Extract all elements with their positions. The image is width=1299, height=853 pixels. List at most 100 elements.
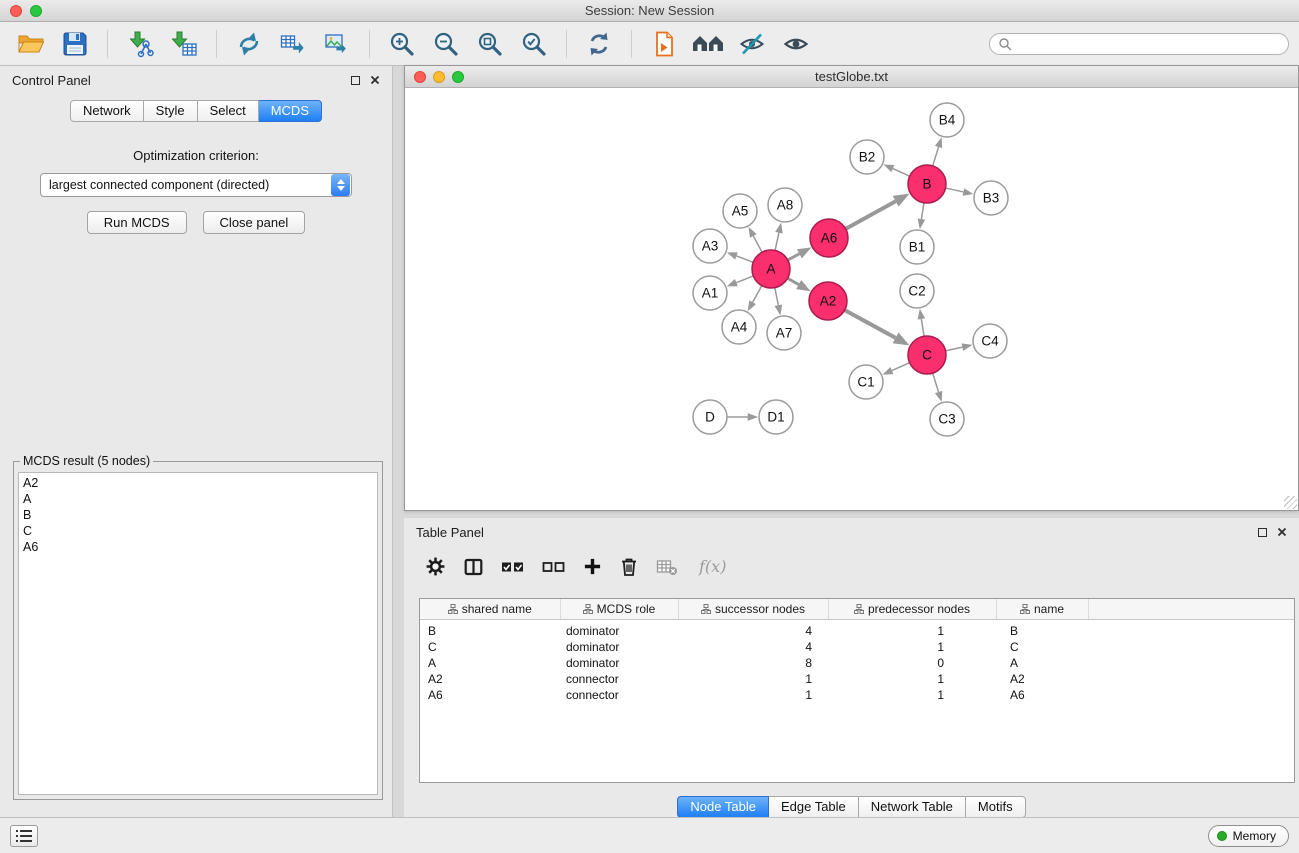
result-item[interactable]: A6 [23,539,373,555]
graph-edge-B-B4[interactable] [933,147,939,166]
graph-edge-A-A4[interactable] [753,286,762,303]
zoom-fit-icon[interactable] [471,26,509,62]
column-header-name[interactable]: name [996,599,1088,619]
save-session-icon[interactable] [56,26,94,62]
graph-edge-A-A2[interactable] [788,278,799,284]
delete-row-icon[interactable] [619,556,639,577]
graph-node-A3[interactable]: A3 [693,229,727,263]
graph-node-D1[interactable]: D1 [759,400,793,434]
tab-motifs[interactable]: Motifs [966,796,1026,818]
export-network-icon[interactable] [230,26,268,62]
graph-node-C1[interactable]: C1 [849,365,883,399]
table-row[interactable]: Bdominator41B [420,619,1294,639]
import-network-icon[interactable] [121,26,159,62]
close-table-panel-icon[interactable] [1277,527,1287,537]
column-header-mcds-role[interactable]: MCDS role [560,599,678,619]
result-item[interactable]: A2 [23,475,373,491]
graph-node-B2[interactable]: B2 [850,140,884,174]
resize-grip[interactable] [1284,496,1297,509]
graph-edge-A-A1[interactable] [736,276,753,283]
zoom-selected-icon[interactable] [515,26,553,62]
function-builder-button[interactable]: f(x) [699,557,726,576]
export-image-icon[interactable] [318,26,356,62]
tab-network[interactable]: Network [70,100,144,122]
session-list-button[interactable] [10,825,38,847]
graph-node-A1[interactable]: A1 [693,276,727,310]
split-column-icon[interactable] [463,557,484,577]
graph-node-C4[interactable]: C4 [973,324,1007,358]
graph-edge-A-A7[interactable] [775,288,779,306]
run-mcds-button[interactable]: Run MCDS [87,211,187,234]
graph-node-D[interactable]: D [693,400,727,434]
search-input[interactable] [1017,37,1280,51]
table-row[interactable]: Adominator80A [420,655,1294,671]
show-details-icon[interactable] [777,26,815,62]
delete-table-icon[interactable] [656,557,678,577]
memory-indicator[interactable]: Memory [1208,825,1289,847]
graph-node-A7[interactable]: A7 [767,316,801,350]
graph-edge-A6-B[interactable] [846,201,896,229]
graph-node-C[interactable]: C [908,336,946,374]
tab-select[interactable]: Select [198,100,259,122]
add-row-icon[interactable] [583,557,602,576]
float-panel-icon[interactable] [351,76,360,85]
network-canvas[interactable]: B4 B2 B B3 A5 A8A6 A3 B1 A C2 A1 A2 A4 A7 C4 C C1 C3 D D1 [405,88,1298,510]
result-item[interactable]: A [23,491,373,507]
graph-node-C2[interactable]: C2 [900,274,934,308]
result-item[interactable]: B [23,507,373,523]
graph-node-A5[interactable]: A5 [723,194,757,228]
graph-node-C3[interactable]: C3 [930,402,964,436]
export-table-icon[interactable] [274,26,312,62]
result-item[interactable]: C [23,523,373,539]
tab-style[interactable]: Style [144,100,198,122]
tab-node-table[interactable]: Node Table [677,796,769,818]
graph-edge-C-C3[interactable] [933,373,939,392]
settings-gear-icon[interactable] [425,556,446,577]
graph-node-A2[interactable]: A2 [809,282,847,320]
graph-edge-A-A3[interactable] [736,256,753,262]
refresh-icon[interactable] [580,26,618,62]
graph-edge-A-A8[interactable] [775,233,779,251]
close-panel-icon[interactable] [370,75,380,85]
import-table-icon[interactable] [165,26,203,62]
tab-network-table[interactable]: Network Table [859,796,966,818]
graph-node-B1[interactable]: B1 [900,230,934,264]
tab-mcds[interactable]: MCDS [259,100,322,122]
optimization-criterion-select[interactable]: largest connected component (directed) [40,173,352,197]
graph-node-A8[interactable]: A8 [768,188,802,222]
mcds-result-list[interactable]: A2ABCA6 [18,472,378,795]
table-row[interactable]: A6connector11A6 [420,687,1294,703]
graph-edge-A2-C[interactable] [845,310,896,338]
select-all-icon[interactable] [501,557,525,577]
column-header-predecessor-nodes[interactable]: predecessor nodes [828,599,996,619]
close-panel-button[interactable]: Close panel [203,211,306,234]
graph-edge-A-A6[interactable] [788,254,800,260]
home-icon[interactable] [689,26,727,62]
open-folder-icon[interactable] [12,26,50,62]
tab-edge-table[interactable]: Edge Table [769,796,859,818]
graph-edge-C-C4[interactable] [946,347,963,351]
column-header-shared-name[interactable]: shared name [420,599,560,619]
table-row[interactable]: Cdominator41C [420,639,1294,655]
zoom-out-icon[interactable] [427,26,465,62]
session-document-icon[interactable] [645,26,683,62]
zoom-in-icon[interactable] [383,26,421,62]
graph-node-A6[interactable]: A6 [810,219,848,257]
graph-edge-B-B3[interactable] [946,188,964,192]
column-header-successor-nodes[interactable]: successor nodes [678,599,828,619]
graph-node-A[interactable]: A [752,250,790,288]
graph-node-B4[interactable]: B4 [930,103,964,137]
graph-node-B[interactable]: B [908,165,946,203]
network-window-titlebar[interactable]: testGlobe.txt [405,66,1298,88]
graph-edge-B-B2[interactable] [893,169,910,177]
graph-edge-C-C1[interactable] [892,363,910,371]
hide-details-icon[interactable] [733,26,771,62]
graph-node-B3[interactable]: B3 [974,181,1008,215]
graph-edge-C-C2[interactable] [921,319,924,336]
float-table-panel-icon[interactable] [1258,528,1267,537]
graph-edge-B-B1[interactable] [921,203,924,219]
deselect-all-icon[interactable] [542,557,566,577]
graph-node-A4[interactable]: A4 [722,310,756,344]
table-row[interactable]: A2connector11A2 [420,671,1294,687]
graph-edge-A-A5[interactable] [753,236,762,252]
